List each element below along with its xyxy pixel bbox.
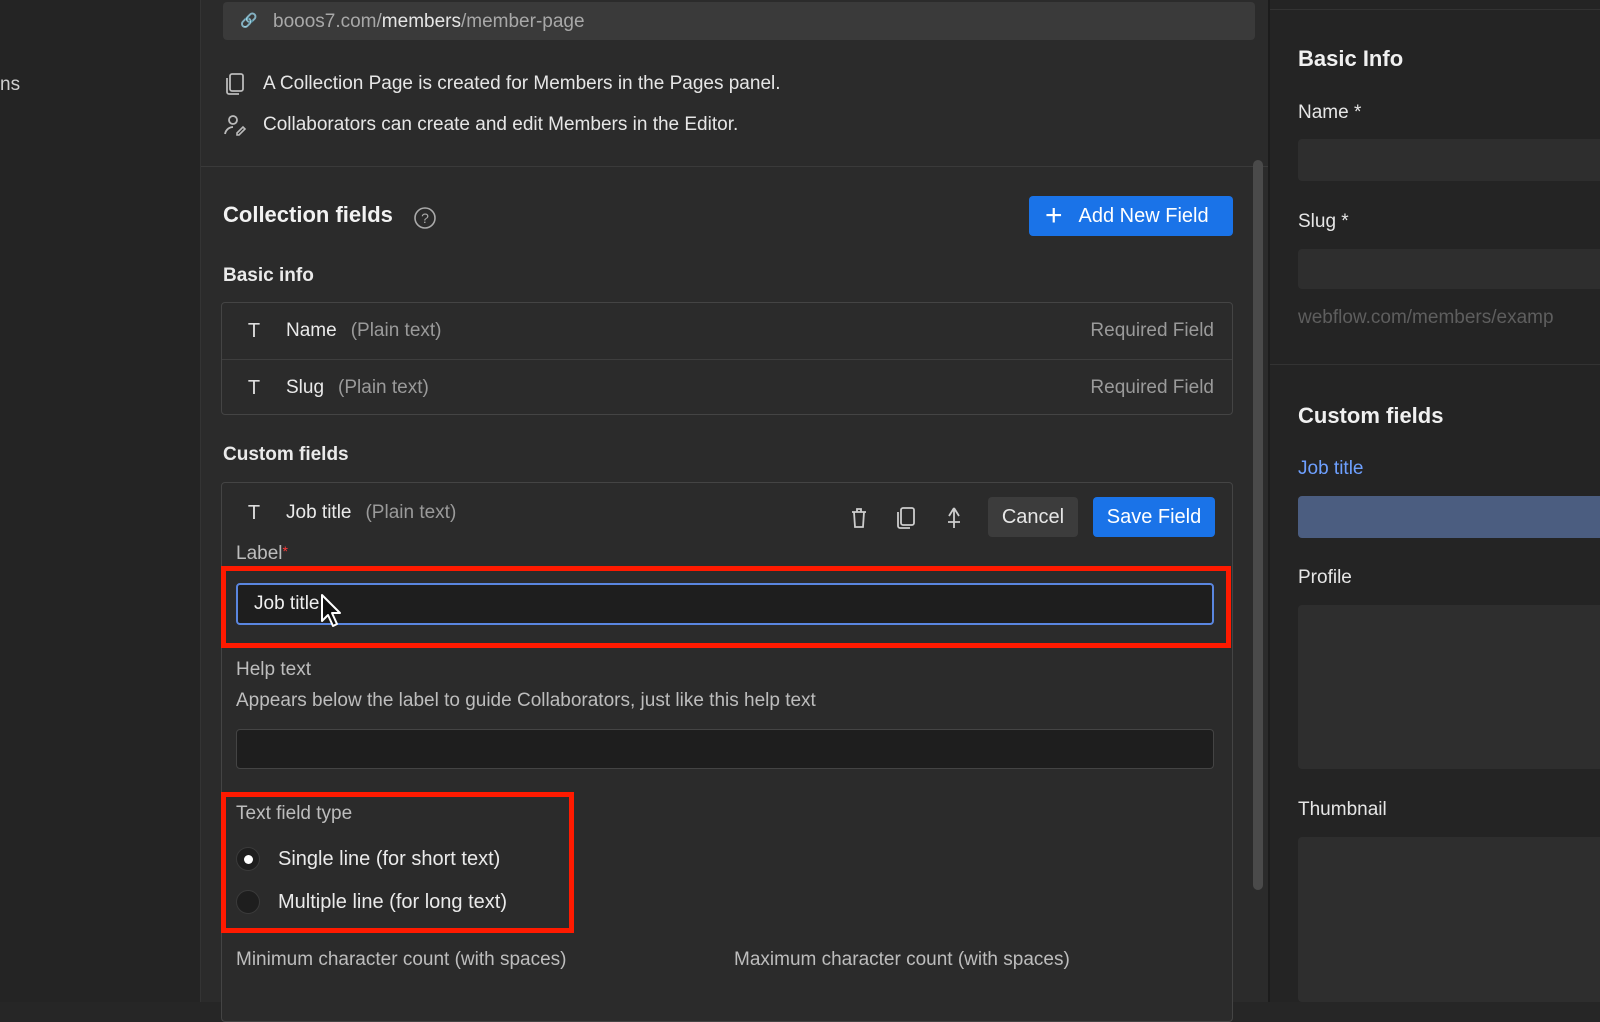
text-type-icon: T (247, 501, 261, 524)
preview-basic-info-title: Basic Info (1298, 46, 1404, 71)
preview-thumbnail-input[interactable] (1298, 837, 1600, 1002)
left-sidebar: ns (0, 0, 201, 1002)
add-new-field-label: Add New Field (1078, 204, 1209, 227)
cancel-button[interactable]: Cancel (988, 497, 1078, 537)
text-type-icon: T (247, 319, 261, 342)
preview-profile-label: Profile (1298, 567, 1352, 588)
info-collaborators: Collaborators can create and edit Member… (223, 112, 738, 138)
collection-url: booos7.com/members/member-page (273, 11, 585, 32)
preview-job-title-input[interactable] (1298, 496, 1600, 538)
divider (1270, 9, 1600, 10)
text-type-icon: T (247, 376, 261, 399)
basic-info-title: Basic info (223, 265, 314, 286)
divider (201, 166, 1288, 167)
custom-fields-title: Custom fields (223, 444, 349, 465)
save-field-button[interactable]: Save Field (1093, 497, 1215, 537)
required-badge: Required Field (1090, 377, 1214, 398)
max-char-count-label: Maximum character count (with spaces) (734, 949, 1070, 970)
divider (1270, 364, 1600, 365)
collaborators-icon (223, 113, 247, 137)
field-row-slug[interactable]: T Slug (Plain text) Required Field (222, 360, 1232, 416)
add-new-field-button[interactable]: + Add New Field (1029, 196, 1233, 236)
preview-name-label: Name * (1298, 102, 1362, 123)
preview-name-input[interactable] (1298, 139, 1600, 181)
preview-slug-input[interactable] (1298, 249, 1600, 289)
preview-thumbnail-label: Thumbnail (1298, 799, 1387, 820)
field-type: (Plain text) (350, 320, 442, 341)
link-icon: 🔗 (240, 12, 258, 28)
info-collection-page: A Collection Page is created for Members… (223, 71, 781, 97)
pin-icon[interactable] (939, 503, 969, 533)
mouse-cursor-icon (320, 593, 346, 635)
help-text-input[interactable] (236, 729, 1214, 769)
collection-fields-title: Collection fields (223, 202, 393, 227)
collection-url-bar: 🔗 booos7.com/members/member-page (223, 2, 1255, 40)
field-name: Name (286, 320, 337, 341)
preview-custom-fields-title: Custom fields (1298, 403, 1444, 428)
sidebar-item-fragment[interactable]: ns (0, 74, 20, 96)
help-text-description: Appears below the label to guide Collabo… (236, 690, 816, 711)
label-field-title: Label* (236, 543, 288, 564)
preview-panel: Basic Info Name * Slug * webflow.com/mem… (1268, 0, 1600, 1002)
info-line-2: Collaborators can create and edit Member… (263, 114, 739, 135)
preview-job-title-label: Job title (1298, 458, 1364, 479)
required-badge: Required Field (1090, 320, 1214, 341)
trash-icon[interactable] (844, 503, 874, 533)
help-icon[interactable]: ? (413, 206, 437, 236)
highlight-text-field-type (221, 792, 574, 933)
plus-icon: + (1045, 199, 1063, 232)
pages-icon (223, 72, 247, 96)
field-name: Job title (286, 502, 352, 523)
preview-slug-hint: webflow.com/members/examp (1298, 307, 1554, 328)
help-text-title: Help text (236, 659, 311, 680)
duplicate-icon[interactable] (891, 503, 921, 533)
required-mark: * (282, 543, 288, 559)
highlight-label-input (221, 566, 1231, 648)
preview-profile-input[interactable] (1298, 605, 1600, 769)
scrollbar[interactable] (1253, 160, 1263, 890)
field-editor: T Job title (Plain text) Cancel Save Fie… (221, 482, 1233, 1022)
field-type: (Plain text) (365, 502, 457, 523)
field-type: (Plain text) (338, 377, 429, 398)
info-line-1: A Collection Page is created for Members… (263, 73, 781, 94)
min-char-count-label: Minimum character count (with spaces) (236, 949, 567, 970)
svg-text:?: ? (421, 210, 429, 226)
basic-fields-list: T Name (Plain text) Required Field T Slu… (221, 302, 1233, 415)
preview-slug-label: Slug * (1298, 211, 1349, 232)
field-editor-header: T Job title (Plain text) (222, 485, 1232, 541)
field-row-name[interactable]: T Name (Plain text) Required Field (222, 303, 1232, 359)
field-name: Slug (286, 377, 325, 398)
